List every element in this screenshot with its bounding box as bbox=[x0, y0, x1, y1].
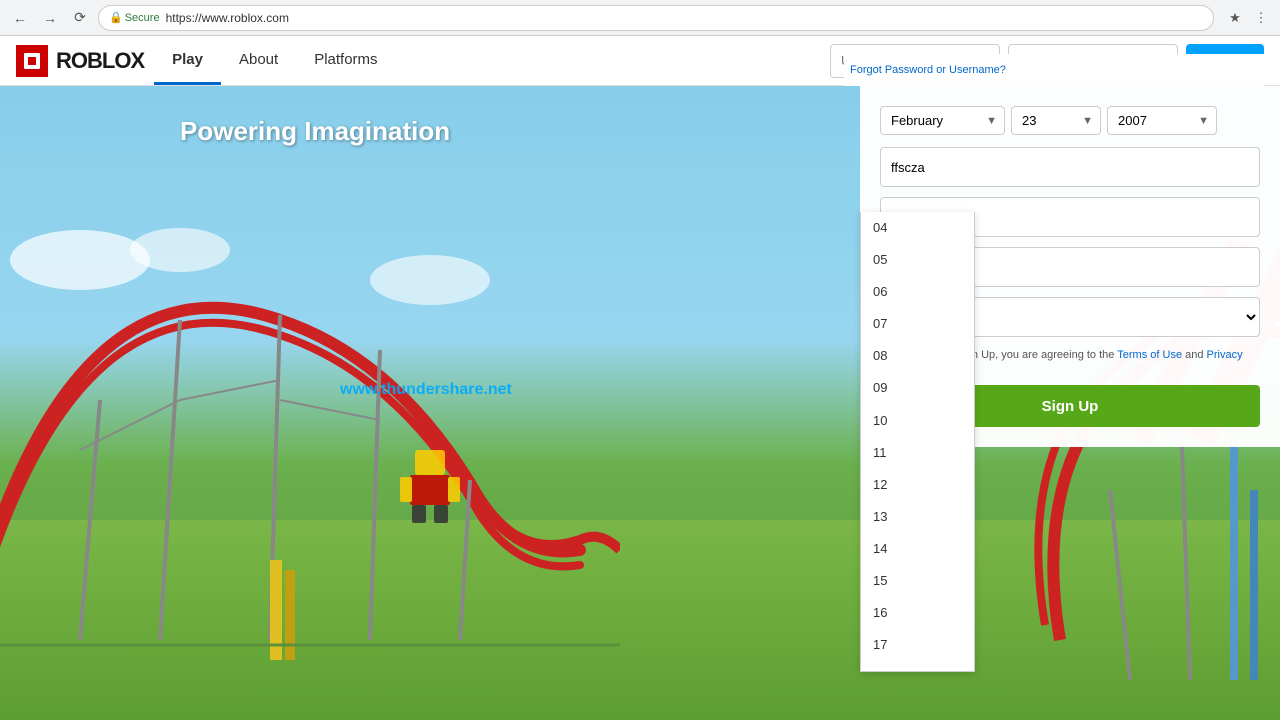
dropdown-item-08[interactable]: 08 bbox=[861, 340, 974, 372]
coaster-left bbox=[0, 200, 620, 720]
watermark: www.thundershare.net bbox=[340, 381, 512, 399]
signup-form: February January March April May June Ju… bbox=[860, 86, 1280, 447]
dropdown-item-13[interactable]: 13 bbox=[861, 501, 974, 533]
nav-links: Play About Platforms bbox=[154, 36, 395, 85]
address-bar[interactable]: 🔒 Secure https://www.roblox.com bbox=[98, 5, 1214, 31]
back-button[interactable]: ← bbox=[8, 6, 32, 30]
day-dropdown: 0405060708091011121314151617181920212223 bbox=[860, 212, 975, 672]
nav-play[interactable]: Play bbox=[154, 36, 221, 85]
month-select-wrapper: February January March April May June Ju… bbox=[880, 106, 1005, 135]
browser-action-buttons: ★ ⋮ bbox=[1224, 7, 1272, 29]
year-select-wrapper: 2007 ▼ bbox=[1107, 106, 1217, 135]
dropdown-item-15[interactable]: 15 bbox=[861, 565, 974, 597]
dropdown-item-14[interactable]: 14 bbox=[861, 533, 974, 565]
dropdown-item-04[interactable]: 04 bbox=[861, 212, 974, 244]
dropdown-item-05[interactable]: 05 bbox=[861, 244, 974, 276]
username-field[interactable] bbox=[880, 147, 1260, 187]
dob-row: February January March April May June Ju… bbox=[880, 106, 1260, 135]
dropdown-item-11[interactable]: 11 bbox=[861, 437, 974, 469]
bookmarks-icon[interactable]: ★ bbox=[1224, 7, 1246, 29]
day-select-wrapper: 23 ▼ bbox=[1011, 106, 1101, 135]
dropdown-item-09[interactable]: 09 bbox=[861, 372, 974, 404]
year-select[interactable]: 2007 bbox=[1107, 106, 1217, 135]
secure-label: Secure bbox=[125, 12, 160, 24]
roblox-logo: ROBLOX bbox=[16, 45, 144, 77]
forgot-password-link[interactable]: Forgot Password or Username? bbox=[850, 64, 1006, 76]
browser-chrome: ← → ⟳ 🔒 Secure https://www.roblox.com ★ … bbox=[0, 0, 1280, 36]
month-select[interactable]: February January March April May June Ju… bbox=[880, 106, 1005, 135]
forward-button[interactable]: → bbox=[38, 6, 62, 30]
dropdown-item-16[interactable]: 16 bbox=[861, 597, 974, 629]
powering-imagination-text: Powering Imagination bbox=[180, 116, 450, 147]
reload-button[interactable]: ⟳ bbox=[68, 6, 92, 30]
nav-about[interactable]: About bbox=[221, 36, 296, 85]
terms-of-use-link[interactable]: Terms of Use bbox=[1117, 349, 1182, 361]
dropdown-item-07[interactable]: 07 bbox=[861, 308, 974, 340]
logo-text: ROBLOX bbox=[56, 48, 144, 74]
dropdown-item-18[interactable]: 18 bbox=[861, 661, 974, 672]
extensions-icon[interactable]: ⋮ bbox=[1250, 7, 1272, 29]
dropdown-item-17[interactable]: 17 bbox=[861, 629, 974, 661]
day-select[interactable]: 23 bbox=[1011, 106, 1101, 135]
nav-platforms[interactable]: Platforms bbox=[296, 36, 395, 85]
dropdown-item-10[interactable]: 10 bbox=[861, 405, 974, 437]
url-text: https://www.roblox.com bbox=[166, 11, 289, 25]
background-area: Powering Imagination www.thundershare.ne… bbox=[0, 86, 1280, 720]
dropdown-item-12[interactable]: 12 bbox=[861, 469, 974, 501]
dropdown-item-06[interactable]: 06 bbox=[861, 276, 974, 308]
logo-icon bbox=[16, 45, 48, 77]
secure-badge: 🔒 Secure bbox=[109, 11, 160, 24]
roblox-character bbox=[390, 445, 470, 525]
